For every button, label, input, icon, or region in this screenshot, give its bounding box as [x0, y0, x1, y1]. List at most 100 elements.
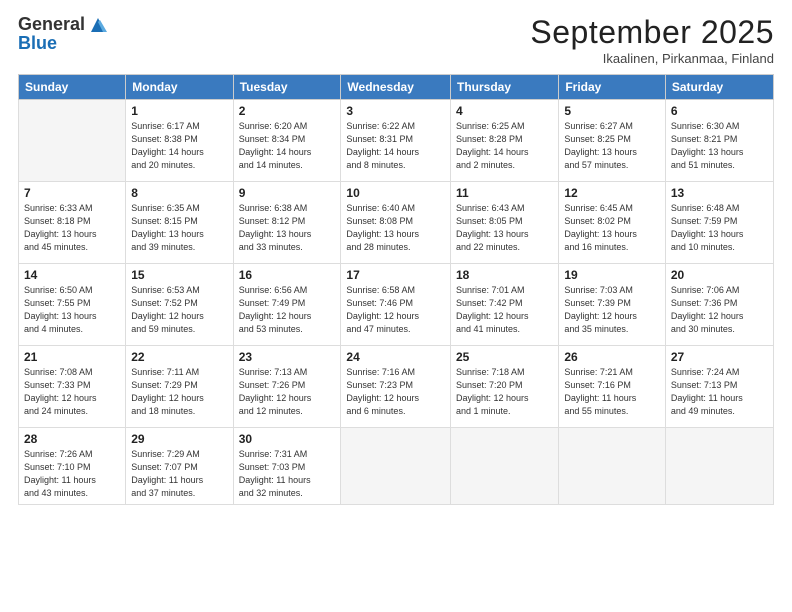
day-number: 21	[24, 350, 120, 364]
day-number: 19	[564, 268, 660, 282]
day-info: Sunrise: 7:16 AM Sunset: 7:23 PM Dayligh…	[346, 366, 445, 418]
col-tuesday: Tuesday	[233, 75, 341, 100]
day-info: Sunrise: 6:53 AM Sunset: 7:52 PM Dayligh…	[131, 284, 227, 336]
calendar: Sunday Monday Tuesday Wednesday Thursday…	[18, 74, 774, 505]
day-info: Sunrise: 7:11 AM Sunset: 7:29 PM Dayligh…	[131, 366, 227, 418]
table-row	[665, 428, 773, 505]
table-row: 15 Sunrise: 6:53 AM Sunset: 7:52 PM Dayli…	[126, 264, 233, 346]
day-info: Sunrise: 6:20 AM Sunset: 8:34 PM Dayligh…	[239, 120, 336, 172]
day-info: Sunrise: 7:03 AM Sunset: 7:39 PM Dayligh…	[564, 284, 660, 336]
day-info: Sunrise: 7:13 AM Sunset: 7:26 PM Dayligh…	[239, 366, 336, 418]
day-info: Sunrise: 7:21 AM Sunset: 7:16 PM Dayligh…	[564, 366, 660, 418]
col-sunday: Sunday	[19, 75, 126, 100]
day-number: 15	[131, 268, 227, 282]
calendar-week-row: 21 Sunrise: 7:08 AM Sunset: 7:33 PM Dayli…	[19, 346, 774, 428]
day-info: Sunrise: 6:40 AM Sunset: 8:08 PM Dayligh…	[346, 202, 445, 254]
table-row: 19 Sunrise: 7:03 AM Sunset: 7:39 PM Dayli…	[559, 264, 666, 346]
table-row: 4Sunrise: 6:25 AM Sunset: 8:28 PM Daylig…	[451, 100, 559, 182]
day-info: Sunrise: 6:50 AM Sunset: 7:55 PM Dayligh…	[24, 284, 120, 336]
table-row: 20 Sunrise: 7:06 AM Sunset: 7:36 PM Dayli…	[665, 264, 773, 346]
day-info: Sunrise: 7:08 AM Sunset: 7:33 PM Dayligh…	[24, 366, 120, 418]
day-info: Sunrise: 6:27 AM Sunset: 8:25 PM Dayligh…	[564, 120, 660, 172]
table-row: 22 Sunrise: 7:11 AM Sunset: 7:29 PM Dayli…	[126, 346, 233, 428]
day-info: Sunrise: 6:30 AM Sunset: 8:21 PM Dayligh…	[671, 120, 768, 172]
table-row	[19, 100, 126, 182]
table-row: 21 Sunrise: 7:08 AM Sunset: 7:33 PM Dayli…	[19, 346, 126, 428]
logo-icon	[87, 14, 109, 36]
table-row: 29 Sunrise: 7:29 AM Sunset: 7:07 PM Dayli…	[126, 428, 233, 505]
table-row: 16Sunrise: 6:56 AM Sunset: 7:49 PM Dayli…	[233, 264, 341, 346]
day-info: Sunrise: 6:17 AM Sunset: 8:38 PM Dayligh…	[131, 120, 227, 172]
day-number: 26	[564, 350, 660, 364]
table-row: 18Sunrise: 7:01 AM Sunset: 7:42 PM Dayli…	[451, 264, 559, 346]
table-row: 14 Sunrise: 6:50 AM Sunset: 7:55 PM Dayli…	[19, 264, 126, 346]
day-info: Sunrise: 6:56 AM Sunset: 7:49 PM Dayligh…	[239, 284, 336, 336]
table-row	[341, 428, 451, 505]
day-number: 30	[239, 432, 336, 446]
day-number: 8	[131, 186, 227, 200]
day-info: Sunrise: 7:06 AM Sunset: 7:36 PM Dayligh…	[671, 284, 768, 336]
table-row: 26 Sunrise: 7:21 AM Sunset: 7:16 PM Dayli…	[559, 346, 666, 428]
table-row: 13 Sunrise: 6:48 AM Sunset: 7:59 PM Dayli…	[665, 182, 773, 264]
day-number: 25	[456, 350, 553, 364]
day-number: 18	[456, 268, 553, 282]
day-number: 5	[564, 104, 660, 118]
day-number: 24	[346, 350, 445, 364]
day-info: Sunrise: 7:29 AM Sunset: 7:07 PM Dayligh…	[131, 448, 227, 500]
table-row: 27 Sunrise: 7:24 AM Sunset: 7:13 PM Dayli…	[665, 346, 773, 428]
day-info: Sunrise: 6:58 AM Sunset: 7:46 PM Dayligh…	[346, 284, 445, 336]
day-number: 20	[671, 268, 768, 282]
page: General Blue September 2025 Ikaalinen, P…	[0, 0, 792, 612]
table-row: 30 Sunrise: 7:31 AM Sunset: 7:03 PM Dayli…	[233, 428, 341, 505]
table-row: 23 Sunrise: 7:13 AM Sunset: 7:26 PM Dayli…	[233, 346, 341, 428]
day-number: 22	[131, 350, 227, 364]
logo-blue: Blue	[18, 34, 109, 54]
day-number: 10	[346, 186, 445, 200]
day-number: 3	[346, 104, 445, 118]
table-row: 11Sunrise: 6:43 AM Sunset: 8:05 PM Dayli…	[451, 182, 559, 264]
day-info: Sunrise: 7:26 AM Sunset: 7:10 PM Dayligh…	[24, 448, 120, 500]
col-wednesday: Wednesday	[341, 75, 451, 100]
table-row: 10 Sunrise: 6:40 AM Sunset: 8:08 PM Dayli…	[341, 182, 451, 264]
day-number: 17	[346, 268, 445, 282]
day-number: 29	[131, 432, 227, 446]
table-row: 8Sunrise: 6:35 AM Sunset: 8:15 PM Daylig…	[126, 182, 233, 264]
table-row: 7Sunrise: 6:33 AM Sunset: 8:18 PM Daylig…	[19, 182, 126, 264]
title-area: September 2025 Ikaalinen, Pirkanmaa, Fin…	[530, 14, 774, 66]
day-info: Sunrise: 6:38 AM Sunset: 8:12 PM Dayligh…	[239, 202, 336, 254]
day-info: Sunrise: 6:48 AM Sunset: 7:59 PM Dayligh…	[671, 202, 768, 254]
day-number: 4	[456, 104, 553, 118]
day-number: 12	[564, 186, 660, 200]
day-number: 2	[239, 104, 336, 118]
table-row: 2 Sunrise: 6:20 AM Sunset: 8:34 PM Daylig…	[233, 100, 341, 182]
day-info: Sunrise: 7:31 AM Sunset: 7:03 PM Dayligh…	[239, 448, 336, 500]
month-title: September 2025	[530, 14, 774, 51]
calendar-header-row: Sunday Monday Tuesday Wednesday Thursday…	[19, 75, 774, 100]
header: General Blue September 2025 Ikaalinen, P…	[18, 14, 774, 66]
table-row: 24 Sunrise: 7:16 AM Sunset: 7:23 PM Dayli…	[341, 346, 451, 428]
day-info: Sunrise: 6:45 AM Sunset: 8:02 PM Dayligh…	[564, 202, 660, 254]
table-row: 1Sunrise: 6:17 AM Sunset: 8:38 PM Daylig…	[126, 100, 233, 182]
col-friday: Friday	[559, 75, 666, 100]
day-number: 28	[24, 432, 120, 446]
col-saturday: Saturday	[665, 75, 773, 100]
day-info: Sunrise: 7:18 AM Sunset: 7:20 PM Dayligh…	[456, 366, 553, 418]
logo-general: General	[18, 15, 85, 35]
day-number: 27	[671, 350, 768, 364]
table-row	[451, 428, 559, 505]
day-number: 11	[456, 186, 553, 200]
table-row: 3 Sunrise: 6:22 AM Sunset: 8:31 PM Daylig…	[341, 100, 451, 182]
day-info: Sunrise: 6:22 AM Sunset: 8:31 PM Dayligh…	[346, 120, 445, 172]
day-number: 13	[671, 186, 768, 200]
day-number: 23	[239, 350, 336, 364]
calendar-week-row: 7Sunrise: 6:33 AM Sunset: 8:18 PM Daylig…	[19, 182, 774, 264]
table-row: 9 Sunrise: 6:38 AM Sunset: 8:12 PM Daylig…	[233, 182, 341, 264]
day-number: 6	[671, 104, 768, 118]
table-row: 12 Sunrise: 6:45 AM Sunset: 8:02 PM Dayli…	[559, 182, 666, 264]
day-number: 9	[239, 186, 336, 200]
table-row: 28 Sunrise: 7:26 AM Sunset: 7:10 PM Dayli…	[19, 428, 126, 505]
day-info: Sunrise: 7:24 AM Sunset: 7:13 PM Dayligh…	[671, 366, 768, 418]
day-number: 14	[24, 268, 120, 282]
table-row	[559, 428, 666, 505]
calendar-week-row: 28 Sunrise: 7:26 AM Sunset: 7:10 PM Dayli…	[19, 428, 774, 505]
